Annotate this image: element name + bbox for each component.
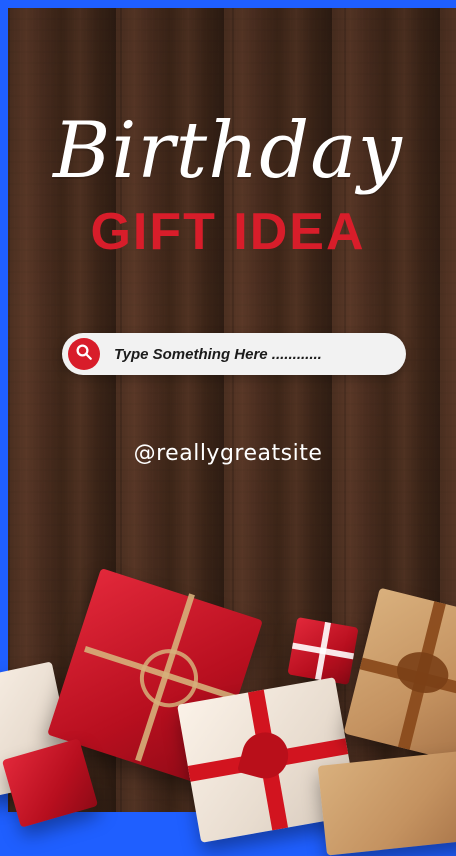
heading-main: GIFT IDEA [90, 203, 366, 261]
small-box-ribbon [287, 617, 358, 685]
site-handle: @reallygreatsite [133, 441, 323, 466]
search-bar[interactable] [62, 333, 406, 375]
kraft-ribbon [344, 588, 456, 763]
gift-boxes-decoration [0, 560, 456, 856]
heading-script: Birthday [53, 106, 403, 196]
search-button[interactable] [68, 338, 100, 370]
search-icon [75, 343, 93, 366]
gift-box-kraft-bottom [317, 750, 456, 856]
search-input[interactable] [112, 344, 396, 364]
